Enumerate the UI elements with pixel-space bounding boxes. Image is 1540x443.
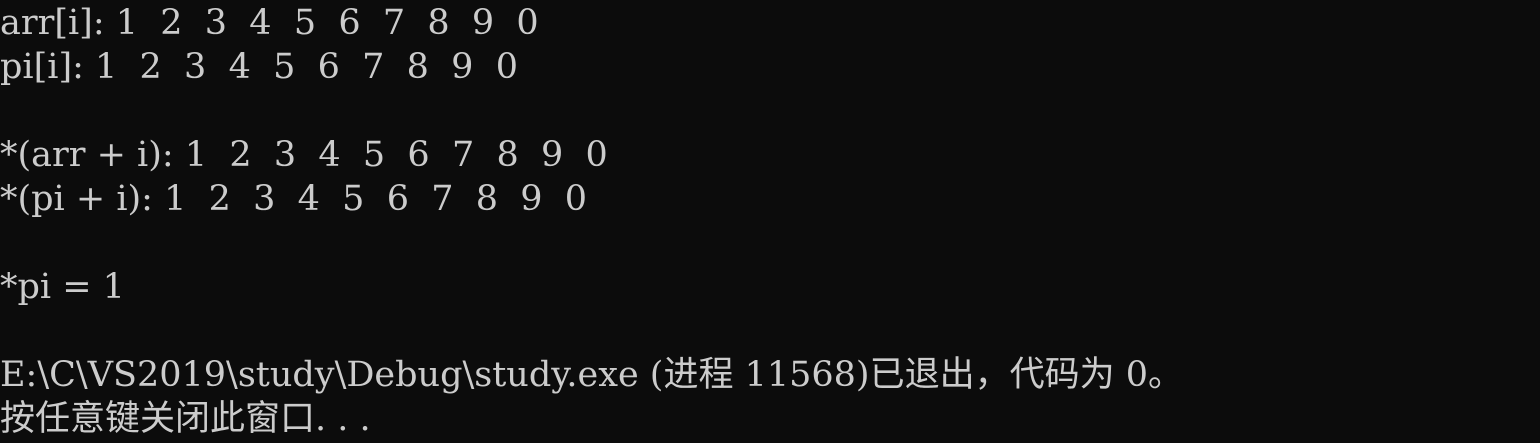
output-line-deref-pi: *pi = 1 [0,267,125,307]
press-any-key-prompt: 按任意键关闭此窗口. . . [0,399,371,439]
console-window[interactable]: arr[i]: 1 2 3 4 5 6 7 8 9 0 pi[i]: 1 2 3… [0,0,1540,443]
output-line-pi-index: pi[i]: 1 2 3 4 5 6 7 8 9 0 [0,47,518,87]
exit-status-line: E:\C\VS2019\study\Debug\study.exe (进程 11… [0,355,1183,395]
output-line-pi-pointer: *(pi + i): 1 2 3 4 5 6 7 8 9 0 [0,179,588,219]
output-line-arr-pointer: *(arr + i): 1 2 3 4 5 6 7 8 9 0 [0,135,608,175]
output-line-arr-index: arr[i]: 1 2 3 4 5 6 7 8 9 0 [0,3,539,43]
